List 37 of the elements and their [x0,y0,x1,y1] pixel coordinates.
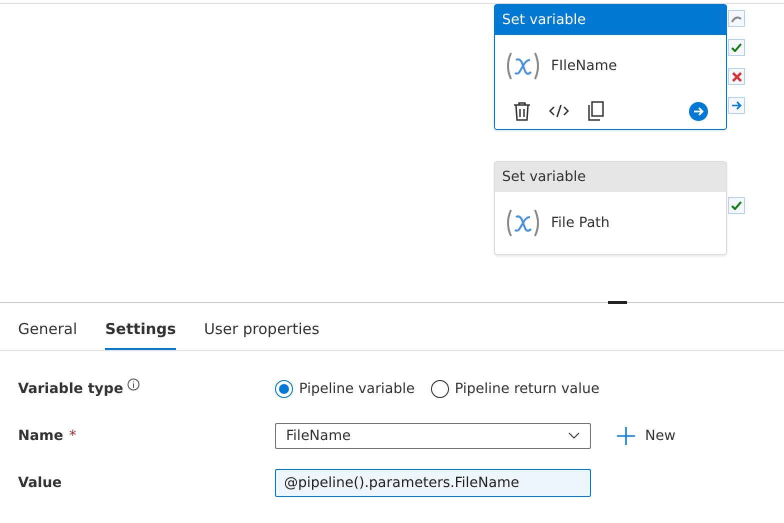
check-icon [731,201,742,210]
node-title: Set variable [495,162,726,192]
output-port[interactable] [728,197,745,214]
tab[interactable]: Settings [105,320,176,350]
trash-icon[interactable] [513,101,531,121]
plus-icon [617,426,635,444]
arrow-circle-icon[interactable] [689,102,708,120]
node-title: Set variable [495,5,726,35]
new-button[interactable]: New [611,426,682,446]
chevron-down-icon [568,432,580,439]
output-port[interactable] [728,39,745,56]
output-port[interactable] [728,68,745,85]
tab[interactable]: General [18,320,78,350]
node-name: File Path [551,215,610,231]
output-port[interactable] [728,97,745,114]
output-port[interactable] [728,10,745,27]
value-field[interactable]: @pipeline().parameters.FileName [275,468,591,496]
arrow-right-icon [731,101,742,110]
variable-icon [505,208,541,238]
radio-option[interactable]: Pipeline return value [430,380,600,398]
field-label: Variable type [18,380,124,396]
field-label: Value [18,474,63,490]
activity-node[interactable]: Set variable File Path [494,161,727,255]
tab[interactable]: User properties [204,320,320,350]
activity-node[interactable]: Set variable FIleName [494,4,727,130]
required-mark: * [69,428,76,444]
name-dropdown[interactable]: FileName [275,422,591,448]
variable-icon [505,51,541,81]
node-name: FIleName [551,58,617,74]
copy-icon[interactable] [587,101,605,121]
info-icon[interactable] [127,378,140,391]
code-icon[interactable] [549,104,569,118]
check-icon [731,43,742,52]
field-label: Name [18,428,64,444]
radio-option[interactable]: Pipeline variable [275,380,415,398]
resize-handle[interactable] [608,301,627,304]
cross-icon [732,72,742,82]
